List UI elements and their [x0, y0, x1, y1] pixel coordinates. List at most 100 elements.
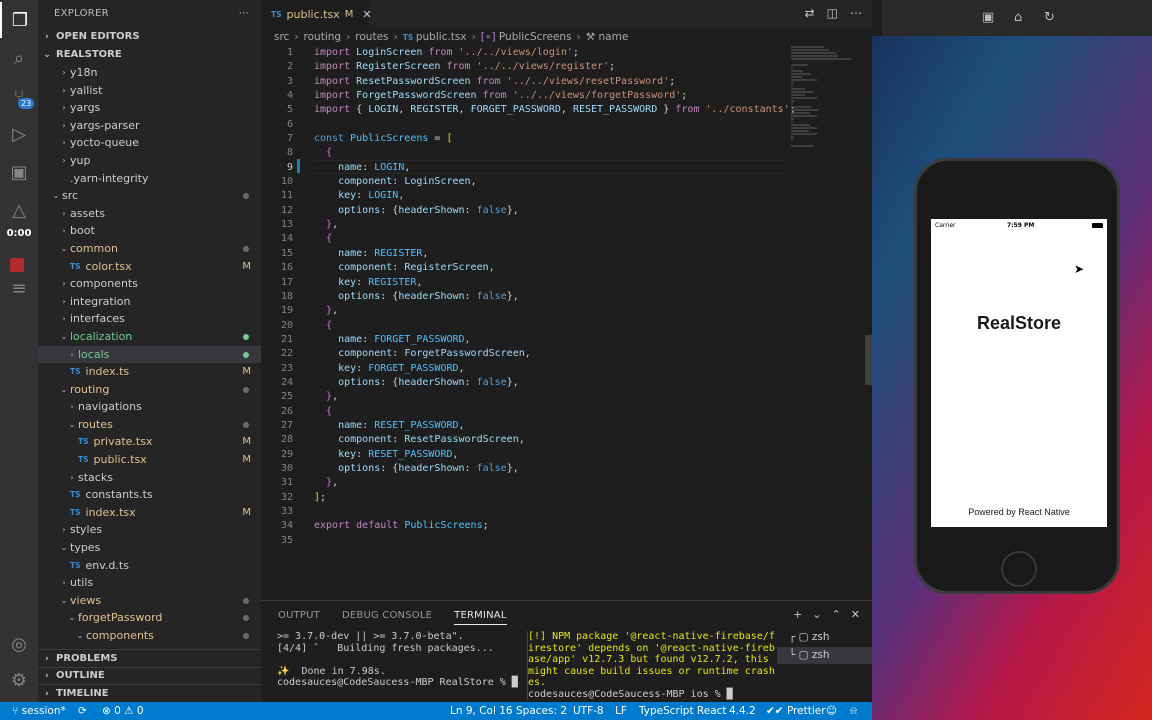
- tree-item-label: navigations: [78, 400, 142, 414]
- split-editor-icon[interactable]: ◫: [827, 6, 838, 20]
- encoding[interactable]: UTF-8: [573, 702, 604, 720]
- tree-item[interactable]: ⌄ common: [38, 240, 261, 258]
- tree-item[interactable]: ⌄ types: [38, 539, 261, 557]
- tree-item[interactable]: ⌄ src: [38, 187, 261, 205]
- tree-item[interactable]: › boot: [38, 222, 261, 240]
- cursor-position[interactable]: Ln 9, Col 16: [450, 702, 513, 720]
- close-panel-icon[interactable]: ✕: [851, 608, 860, 621]
- minimap[interactable]: [791, 46, 861, 147]
- editor-scrollbar[interactable]: [865, 335, 872, 385]
- tree-item[interactable]: › integration: [38, 293, 261, 311]
- terminal-list-item[interactable]: └ ▢ zsh: [777, 646, 872, 664]
- line-number: 33: [280, 506, 293, 517]
- indentation[interactable]: Spaces: 2: [516, 702, 567, 720]
- line-ending[interactable]: LF: [615, 702, 627, 720]
- ts-version[interactable]: 4.4.2: [729, 702, 756, 720]
- tree-item[interactable]: TS env.d.ts: [38, 557, 261, 575]
- home-icon[interactable]: ⌂: [1014, 10, 1022, 25]
- tree-item[interactable]: › yargs-parser: [38, 117, 261, 135]
- more-actions-icon[interactable]: ⋯: [850, 6, 862, 20]
- breadcrumb-item[interactable]: routing: [304, 31, 342, 43]
- tree-item[interactable]: › utils: [38, 574, 261, 592]
- tree-item[interactable]: › yargs: [38, 99, 261, 117]
- source-control-icon[interactable]: ⑂ 23: [0, 78, 38, 114]
- terminal-pane-right[interactable]: [!] NPM package '@react-native-firebase/…: [527, 631, 775, 700]
- section-timeline[interactable]: › TIMELINE: [38, 684, 261, 702]
- code-line: 19 },: [261, 304, 791, 318]
- chevron-down-icon[interactable]: ⌄: [812, 608, 821, 621]
- tree-item[interactable]: › yocto-queue: [38, 134, 261, 152]
- open-editors-section[interactable]: › OPEN EDITORS: [38, 28, 261, 46]
- tree-item[interactable]: › y18n: [38, 64, 261, 82]
- terminal-pane-left[interactable]: >= 3.7.0-dev || >= 3.7.0-beta". [4/4] ˆ B…: [277, 631, 518, 689]
- explorer-icon[interactable]: ❐: [0, 2, 38, 38]
- tree-item[interactable]: › yallist: [38, 82, 261, 100]
- tree-item[interactable]: ⌄ routes: [38, 416, 261, 434]
- remote-icon[interactable]: △: [0, 192, 38, 228]
- panel-tab-terminal[interactable]: TERMINAL: [454, 606, 507, 625]
- tree-item[interactable]: ⌄ components: [38, 627, 261, 645]
- breadcrumb-item[interactable]: name: [599, 31, 629, 43]
- tree-item[interactable]: › locals: [38, 345, 261, 364]
- tree-item[interactable]: ⌄ routing: [38, 381, 261, 399]
- tree-item[interactable]: ⌄ forgetPassword: [38, 609, 261, 627]
- prettier-status[interactable]: ✔✔ Prettier: [766, 702, 826, 720]
- problems-indicator[interactable]: ⊗ 0 ⚠ 0: [102, 702, 144, 720]
- workspace-root-section[interactable]: ⌄ REALSTORE: [38, 46, 261, 64]
- tree-item[interactable]: › assets: [38, 205, 261, 223]
- feedback-icon[interactable]: ☺: [826, 702, 837, 720]
- account-icon[interactable]: ◎: [0, 626, 38, 662]
- tab-public-tsx[interactable]: TS public.tsx M ✕: [261, 0, 372, 28]
- panel-tab-debug-console[interactable]: DEBUG CONSOLE: [342, 610, 432, 621]
- language-mode[interactable]: TypeScript React: [639, 702, 727, 720]
- rotate-icon[interactable]: ↻: [1044, 10, 1055, 25]
- tree-item[interactable]: › stacks: [38, 469, 261, 487]
- tree-item[interactable]: › navigations: [38, 398, 261, 416]
- sync-icon[interactable]: ⟳: [78, 702, 87, 720]
- terminal-list-item[interactable]: ┌ ▢ zsh: [777, 629, 872, 647]
- close-icon[interactable]: ✕: [362, 8, 371, 21]
- editor-area: TS public.tsx M ✕ ⇄ ◫ ⋯ src › routing › rout…: [261, 0, 872, 702]
- layers-icon[interactable]: ≡: [0, 270, 38, 306]
- settings-gear-icon[interactable]: ⚙: [0, 662, 38, 698]
- tree-item[interactable]: TS color.tsx M: [38, 258, 261, 276]
- breadcrumb-item[interactable]: src: [274, 31, 289, 43]
- tree-item[interactable]: TS constants.ts: [38, 486, 261, 504]
- tree-item[interactable]: TS index.ts M: [38, 363, 261, 381]
- search-icon[interactable]: ⌕: [0, 40, 38, 76]
- tree-item[interactable]: TS private.tsx M: [38, 433, 261, 451]
- tree-item[interactable]: TS public.tsx M: [38, 451, 261, 469]
- compare-changes-icon[interactable]: ⇄: [805, 6, 815, 20]
- tree-item[interactable]: › styles: [38, 521, 261, 539]
- breadcrumb-item[interactable]: PublicScreens: [499, 31, 572, 43]
- tree-item[interactable]: .yarn-integrity: [38, 170, 261, 188]
- code-editor[interactable]: 1 import LoginScreen from '../../views/lo…: [261, 46, 796, 598]
- section-problems[interactable]: › PROBLEMS: [38, 649, 261, 667]
- breadcrumb-item[interactable]: routes: [355, 31, 388, 43]
- screenshot-icon[interactable]: ▣: [982, 10, 994, 25]
- tree-item[interactable]: TS index.tsx M: [38, 504, 261, 522]
- tree-item[interactable]: › yup: [38, 152, 261, 170]
- tree-item[interactable]: › components: [38, 275, 261, 293]
- new-terminal-icon[interactable]: +: [793, 608, 802, 621]
- tree-item[interactable]: ⌄ localization: [38, 328, 261, 346]
- tree-item[interactable]: › interfaces: [38, 310, 261, 328]
- code-token: import: [314, 75, 357, 87]
- more-actions-icon[interactable]: ⋯: [239, 0, 249, 28]
- section-outline[interactable]: › OUTLINE: [38, 666, 261, 685]
- run-debug-icon[interactable]: ▷: [0, 116, 38, 152]
- branch-indicator[interactable]: ⑂ session*: [12, 702, 66, 720]
- maximize-panel-icon[interactable]: ⌃: [832, 608, 841, 621]
- panel-tab-output[interactable]: OUTPUT: [278, 610, 320, 621]
- code-token: import: [314, 90, 357, 102]
- tree-item[interactable]: ⌄ views: [38, 592, 261, 610]
- notifications-bell-icon[interactable]: ⍾: [850, 702, 857, 720]
- home-button[interactable]: [1001, 551, 1037, 587]
- extensions-icon[interactable]: ▣: [0, 154, 38, 190]
- breadcrumb-item[interactable]: public.tsx: [416, 31, 467, 43]
